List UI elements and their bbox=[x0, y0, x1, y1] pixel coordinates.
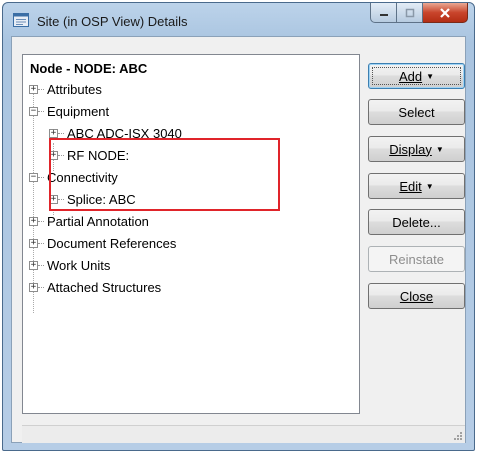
title-bar[interactable]: Site (in OSP View) Details bbox=[3, 3, 474, 37]
triangle-down-icon: ▼ bbox=[435, 144, 444, 154]
display-button[interactable]: Display ▼ bbox=[368, 136, 465, 162]
triangle-down-icon: ▼ bbox=[425, 181, 434, 191]
details-tree[interactable]: Node - NODE: ABC + Attributes − Equipmen… bbox=[22, 54, 360, 414]
collapse-icon[interactable]: − bbox=[29, 172, 38, 182]
minimize-icon bbox=[379, 13, 388, 16]
select-button[interactable]: Select bbox=[368, 99, 465, 125]
details-window: Site (in OSP View) Details Node - NODE: … bbox=[2, 2, 475, 451]
expand-icon[interactable]: + bbox=[29, 238, 38, 248]
close-button[interactable]: Close bbox=[368, 283, 465, 309]
delete-button[interactable]: Delete... bbox=[368, 209, 465, 235]
collapse-icon[interactable]: − bbox=[29, 106, 38, 116]
tree-item-attributes[interactable]: + Attributes bbox=[29, 80, 102, 98]
tree-item-document-references[interactable]: + Document References bbox=[29, 234, 176, 252]
expand-icon[interactable]: + bbox=[29, 216, 38, 226]
maximize-button[interactable] bbox=[397, 3, 423, 23]
tree-root-label: Node - NODE: ABC bbox=[30, 61, 148, 76]
minimize-button[interactable] bbox=[370, 3, 397, 23]
reinstate-button[interactable]: Reinstate bbox=[368, 246, 465, 272]
maximize-icon bbox=[405, 8, 414, 17]
edit-button[interactable]: Edit ▼ bbox=[368, 173, 465, 199]
add-button[interactable]: Add ▼ bbox=[368, 63, 465, 89]
close-window-button[interactable] bbox=[423, 3, 468, 23]
expand-icon[interactable]: + bbox=[29, 84, 38, 94]
tree-item-attached-structures[interactable]: + Attached Structures bbox=[29, 278, 161, 296]
expand-icon[interactable]: + bbox=[29, 282, 38, 292]
close-icon bbox=[440, 7, 450, 18]
tree-item-partial-annotation[interactable]: + Partial Annotation bbox=[29, 212, 149, 230]
equipment-highlight-box bbox=[49, 138, 280, 211]
status-bar bbox=[22, 425, 465, 443]
expand-icon[interactable]: + bbox=[29, 260, 38, 270]
tree-item-equipment[interactable]: − Equipment bbox=[29, 102, 109, 120]
window-details-icon bbox=[13, 13, 29, 27]
window-title: Site (in OSP View) Details bbox=[37, 14, 188, 29]
expand-icon[interactable]: + bbox=[49, 128, 58, 138]
resize-grip-icon[interactable] bbox=[453, 431, 463, 441]
tree-item-work-units[interactable]: + Work Units bbox=[29, 256, 110, 274]
dialog-body: Node - NODE: ABC + Attributes − Equipmen… bbox=[11, 36, 466, 443]
